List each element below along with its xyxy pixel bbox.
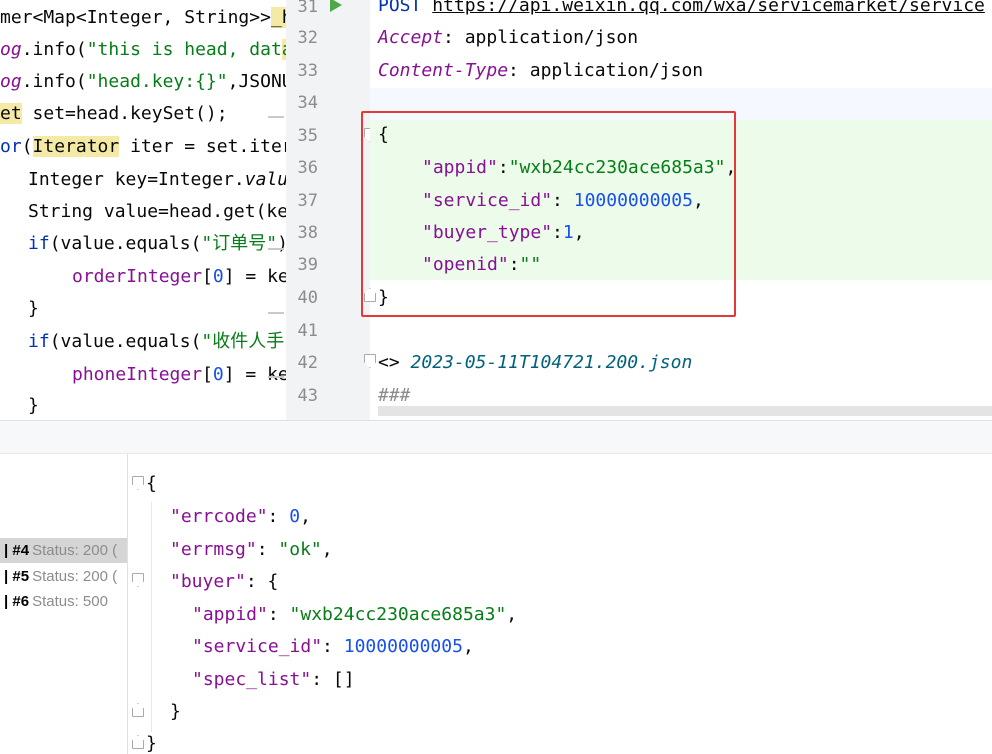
- fold-toggle-icon[interactable]: [132, 573, 144, 587]
- response-viewer[interactable]: { "errcode": 0, "errmsg": "ok", "buyer":…: [128, 454, 992, 754]
- code-line: or(Iterator iter = set.iter: [0, 136, 286, 157]
- response-json-line: {: [146, 473, 157, 494]
- horizontal-scrollbar[interactable]: [378, 406, 992, 416]
- line-number: 34: [297, 93, 318, 113]
- code-line: mer<Map<Integer, String>>_h: [0, 2, 286, 34]
- java-code-editor[interactable]: mer<Map<Integer, String>>_h og.info("thi…: [0, 0, 286, 420]
- response-json-line: "errmsg": "ok",: [170, 539, 333, 560]
- response-json-line: }: [146, 733, 157, 754]
- request-url-link[interactable]: https://api.weixin.qq.com/wxa/servicemar…: [432, 0, 985, 16]
- code-line: String value=head.get(ke: [28, 201, 286, 222]
- line-number: 41: [297, 321, 318, 341]
- code-line: et set=head.keySet();: [0, 103, 228, 124]
- json-line: "openid":"": [422, 254, 542, 275]
- json-line: "service_id": 10000000005,: [422, 190, 704, 211]
- code-line: if(value.equals("订单号"): [28, 233, 286, 254]
- fold-toggle-icon[interactable]: [132, 476, 144, 490]
- line-number: 31: [297, 0, 318, 17]
- json-line: }: [378, 287, 389, 308]
- line-number: 42: [297, 353, 318, 373]
- code-line: if(value.equals("收件人手: [28, 331, 285, 352]
- code-line: Integer key=Integer.valu: [28, 169, 286, 190]
- inlay-hint-marker: [268, 312, 284, 314]
- response-json-line: "spec_list": []: [192, 669, 355, 690]
- response-reference-line: <> 2023-05-11T104721.200.json: [378, 352, 693, 373]
- history-item[interactable]: | #5 Status: 200 (: [0, 564, 127, 589]
- line-number: 32: [297, 28, 318, 48]
- fold-toggle-icon[interactable]: [132, 703, 144, 717]
- code-line: og.info("head.key:{}",JSONU: [0, 71, 286, 92]
- line-number-gutter: 31 32 33 34 35 36 37 38 39 40 41 42 43: [286, 0, 376, 420]
- line-number: 40: [297, 288, 318, 308]
- fold-toggle-icon[interactable]: [364, 354, 376, 368]
- code-line: og.info("this is head, data: [0, 34, 286, 66]
- json-line: "appid":"wxb24cc230ace685a3",: [422, 157, 737, 178]
- response-json-line: "errcode": 0,: [170, 506, 311, 527]
- line-number: 35: [297, 126, 318, 146]
- code-line: }: [28, 395, 39, 416]
- code-line: phoneInteger[0] = ke: [72, 364, 286, 385]
- response-json-line: "buyer": {: [170, 571, 279, 592]
- response-json-line: "service_id": 10000000005,: [192, 636, 474, 657]
- history-item[interactable]: | #6 Status: 500: [0, 589, 127, 614]
- json-line: "buyer_type":1,: [422, 222, 585, 243]
- request-line: POST https://api.weixin.qq.com/wxa/servi…: [378, 0, 985, 22]
- response-json-line: }: [170, 701, 181, 722]
- line-number: 38: [297, 223, 318, 243]
- code-line: }: [28, 298, 39, 319]
- header-line: Accept: application/json: [378, 27, 639, 48]
- response-json-line: "appid": "wxb24cc230ace685a3",: [192, 604, 518, 625]
- inlay-hint-marker: [268, 376, 284, 378]
- json-line: {: [378, 124, 389, 145]
- fold-toggle-icon[interactable]: [132, 735, 144, 749]
- code-line: orderInteger[0] = ke: [72, 266, 286, 287]
- line-number: 36: [297, 158, 318, 178]
- request-history-list[interactable]: | #4 Status: 200 ( | #5 Status: 200 ( | #6…: [0, 454, 128, 754]
- inlay-hint-marker: [268, 248, 284, 250]
- inlay-hint-marker: [268, 116, 284, 118]
- panel-divider[interactable]: [0, 420, 992, 454]
- history-item[interactable]: | #4 Status: 200 (: [0, 538, 127, 563]
- line-number: 33: [297, 61, 318, 81]
- http-request-editor[interactable]: 31 32 33 34 35 36 37 38 39 40 41 42 43 P…: [286, 0, 992, 420]
- run-request-icon[interactable]: [330, 0, 342, 12]
- header-line: Content-Type: application/json: [378, 60, 704, 81]
- current-line-highlight: [370, 88, 992, 120]
- line-number: 43: [297, 386, 318, 406]
- indent-guide: [151, 502, 152, 732]
- fold-toggle-icon[interactable]: [364, 288, 376, 302]
- response-file-link[interactable]: 2023-05-11T104721.200.json: [411, 352, 693, 373]
- line-number: 37: [297, 191, 318, 211]
- line-number: 39: [297, 255, 318, 275]
